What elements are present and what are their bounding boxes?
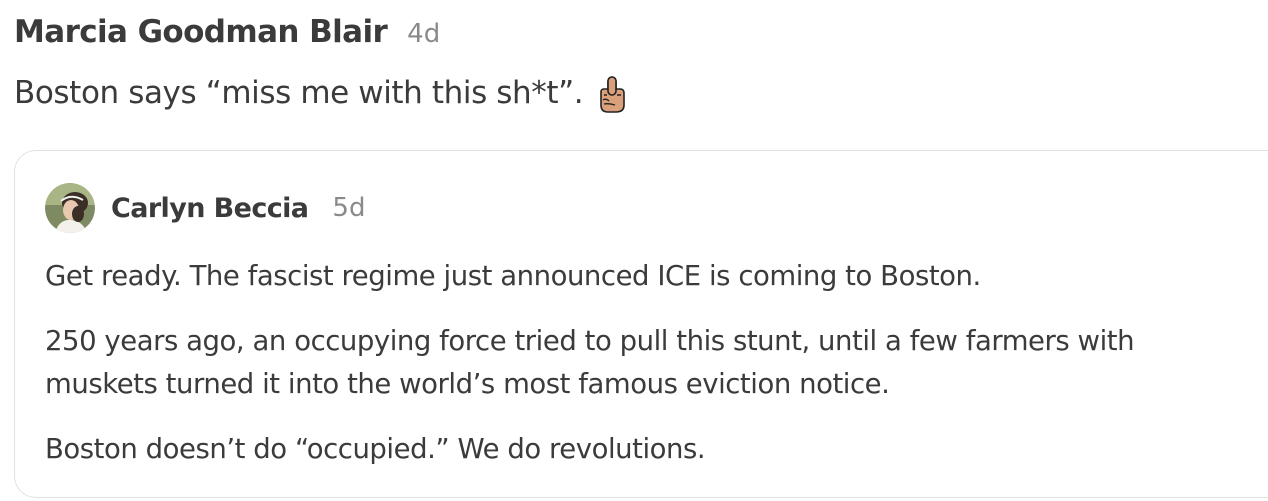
middle-finger-icon bbox=[595, 76, 629, 114]
author-name[interactable]: Marcia Goodman Blair bbox=[14, 14, 388, 50]
post-text: Boston says “miss me with this sh*t”. bbox=[14, 75, 584, 111]
post-body: Boston says “miss me with this sh*t”. bbox=[14, 74, 629, 114]
post-timestamp[interactable]: 4d bbox=[407, 19, 440, 49]
post-header: Marcia Goodman Blair 4d bbox=[14, 14, 440, 56]
quoted-post-header: Carlyn Beccia 5d bbox=[45, 183, 365, 233]
quoted-post-card[interactable]: Carlyn Beccia 5d Get ready. The fascist … bbox=[14, 150, 1268, 498]
quoted-paragraph-3: Boston doesn’t do “occupied.” We do revo… bbox=[45, 433, 706, 465]
avatar[interactable] bbox=[45, 183, 95, 233]
quoted-post-text: Get ready. The fascist regime just annou… bbox=[45, 255, 1245, 493]
quoted-author-name[interactable]: Carlyn Beccia bbox=[111, 193, 309, 224]
quoted-post-timestamp[interactable]: 5d bbox=[332, 193, 365, 223]
quoted-paragraph-2: 250 years ago, an occupying force tried … bbox=[45, 325, 1135, 400]
quoted-paragraph-1: Get ready. The fascist regime just annou… bbox=[45, 260, 981, 292]
